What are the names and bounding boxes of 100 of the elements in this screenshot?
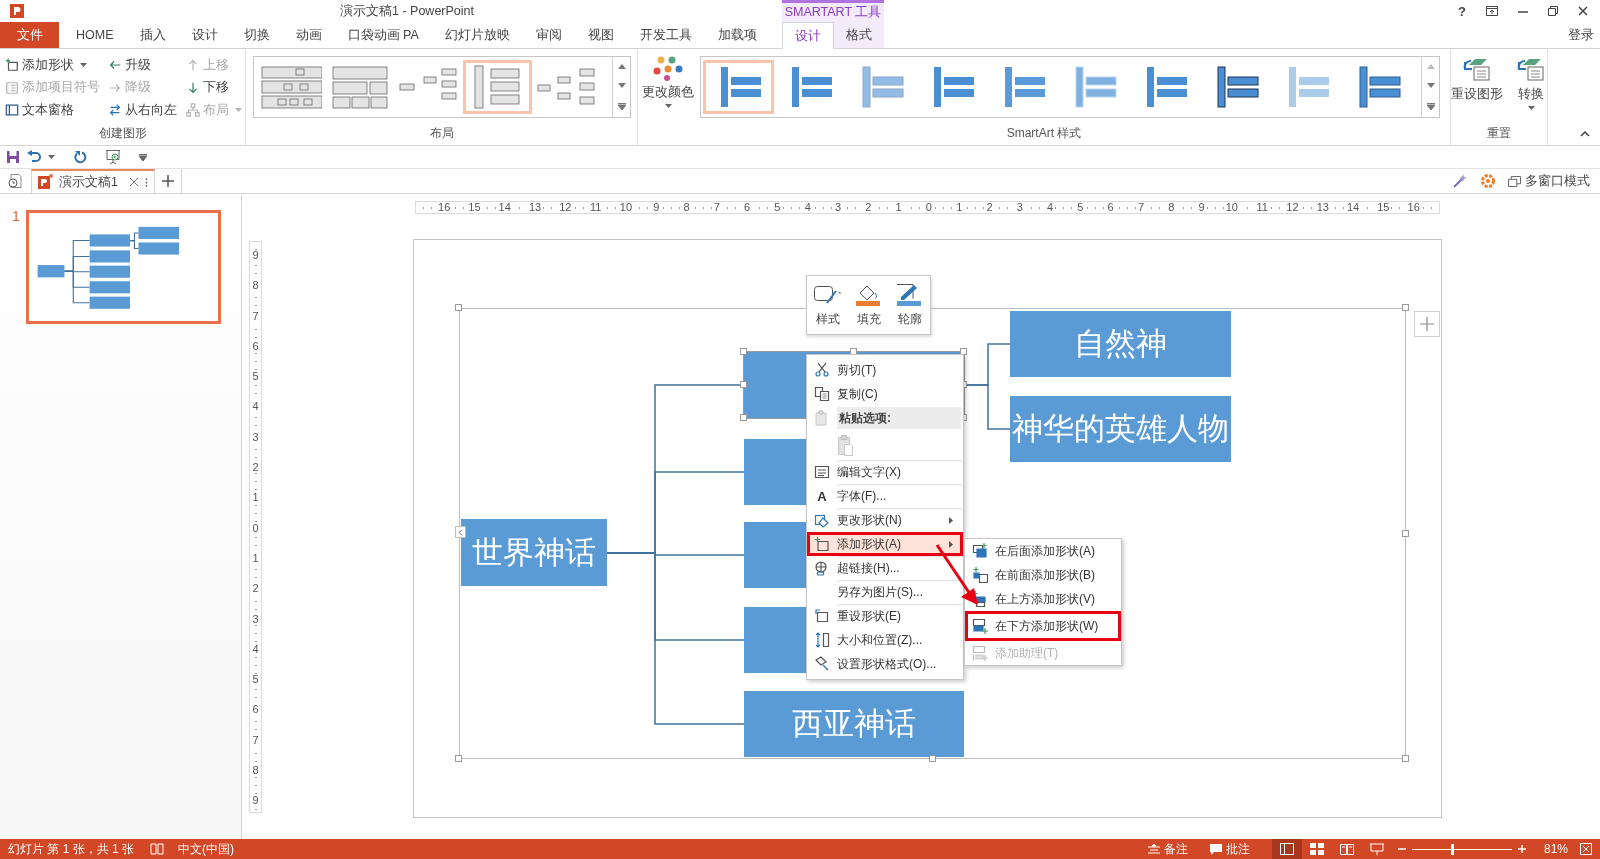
ribbon-command[interactable]: 转换 <box>1511 49 1551 110</box>
ribbon-tab[interactable]: 视图 <box>574 22 627 48</box>
paste-option-icon[interactable] <box>837 434 853 456</box>
left-chevron-icon <box>458 528 463 536</box>
menu-item[interactable]: 在下方添加形状(W) <box>965 611 1121 641</box>
change-colors-button[interactable]: 更改颜色 <box>638 49 698 118</box>
resize-handle[interactable] <box>1402 755 1409 762</box>
presentation-icon[interactable] <box>105 149 121 165</box>
ribbon-tab[interactable]: 审阅 <box>522 22 575 48</box>
ruler-number: 5 <box>1075 202 1086 213</box>
resize-handle[interactable] <box>455 304 462 311</box>
ribbon-tab[interactable]: HOME <box>63 22 127 48</box>
zoom-level-text[interactable]: 81% <box>1543 842 1568 856</box>
help-button[interactable]: ? <box>1458 3 1466 19</box>
zoom-out-icon[interactable] <box>1397 845 1406 853</box>
resize-handle[interactable] <box>1402 304 1409 311</box>
save-icon[interactable] <box>6 150 20 164</box>
undo-icon[interactable] <box>26 150 42 164</box>
close-icon[interactable] <box>129 177 139 187</box>
close-icon[interactable] <box>1578 6 1588 16</box>
magic-wand-icon[interactable] <box>1452 173 1468 189</box>
ruler-number: 10 <box>1223 202 1240 213</box>
menu-item[interactable]: 添加形状(A) <box>807 532 963 556</box>
ribbon-tab[interactable]: 设计 <box>178 22 231 48</box>
zoom-slider-thumb[interactable] <box>1450 843 1454 855</box>
ribbon-command[interactable]: 下移 <box>186 79 229 97</box>
resize-handle[interactable] <box>455 755 462 762</box>
notes-button[interactable]: 备注 <box>1147 840 1188 858</box>
slide-thumbnail[interactable] <box>25 210 221 324</box>
menu-item[interactable]: 大小和位置(Z)... <box>807 628 963 652</box>
text-pane-toggle[interactable] <box>455 526 466 538</box>
zoom-in-icon[interactable] <box>1517 845 1526 853</box>
ribbon-display-icon[interactable] <box>1486 6 1498 16</box>
add-button[interactable] <box>1414 311 1440 337</box>
resize-handle[interactable] <box>740 348 747 355</box>
font-icon: A <box>817 488 827 504</box>
ribbon-tab[interactable]: 幻灯片放映 <box>431 22 523 48</box>
caret-icon[interactable] <box>48 155 55 159</box>
more-options-icon[interactable] <box>145 176 148 188</box>
mini-toolbar-button[interactable]: 样式 <box>812 282 843 328</box>
ribbon-tab[interactable]: 开发工具 <box>626 22 705 48</box>
collapse-ribbon-icon[interactable] <box>1580 131 1590 137</box>
ribbon-tab[interactable]: 设计 <box>782 22 834 49</box>
layout-option[interactable] <box>463 60 532 114</box>
restore-icon[interactable] <box>1548 6 1558 16</box>
multi-window-button[interactable]: 多窗口模式 <box>1508 172 1590 190</box>
ribbon-tab[interactable]: 口袋动画 PA <box>334 22 432 48</box>
resize-handle[interactable] <box>960 348 967 355</box>
sign-in-link[interactable]: 登录 <box>1568 26 1594 44</box>
mini-toolbar-button[interactable]: 轮廓 <box>894 282 925 328</box>
redo-icon[interactable] <box>73 150 87 164</box>
plus-icon <box>162 175 174 187</box>
resize-handle[interactable] <box>740 381 747 388</box>
more-icon[interactable] <box>617 102 626 110</box>
text-pane-icon <box>5 103 19 118</box>
mini-toolbar-button[interactable]: 填充 <box>853 282 884 328</box>
comment-icon <box>1209 843 1222 855</box>
customize-icon[interactable] <box>139 153 147 161</box>
more-icon[interactable] <box>1426 102 1435 110</box>
add-before-icon <box>972 567 988 583</box>
scroll-down-icon[interactable] <box>1426 83 1435 89</box>
ruler-number: 14 <box>496 202 513 213</box>
ribbon-command[interactable]: 升级 <box>108 56 151 74</box>
scroll-down-icon[interactable] <box>617 83 626 89</box>
ribbon-tab[interactable]: 动画 <box>282 22 335 48</box>
history-icon[interactable] <box>7 173 23 189</box>
ruler-number: 4 <box>252 401 259 413</box>
ribbon-tab[interactable]: 切换 <box>230 22 283 48</box>
windows-icon <box>1508 175 1521 187</box>
menu-item[interactable]: 在后面添加形状(A) <box>965 539 1121 563</box>
ribbon-tab[interactable]: 文件 <box>0 22 59 48</box>
ribbon-tab[interactable]: 插入 <box>126 22 179 48</box>
scroll-up-icon[interactable] <box>1426 64 1435 70</box>
ruler-number: 5 <box>772 202 783 213</box>
menu-item[interactable]: 设置形状格式(O)... <box>807 652 963 676</box>
ribbon-command[interactable]: 文本窗格 <box>5 101 74 119</box>
ribbon-tab[interactable]: 加载项 <box>704 22 770 48</box>
menu-item[interactable]: 剪切(T) <box>807 358 963 382</box>
document-tab[interactable]: 演示文稿1 <box>31 169 155 193</box>
ribbon-command[interactable]: 添加形状 <box>5 56 87 74</box>
slide-count-text: 幻灯片 第 1 张，共 1 张 <box>8 840 135 858</box>
menu-item[interactable]: 在前面添加形状(B) <box>965 563 1121 587</box>
ribbon-command[interactable]: 重设图形 <box>1447 49 1507 110</box>
resize-handle[interactable] <box>1402 529 1409 537</box>
scroll-up-icon[interactable] <box>617 64 626 70</box>
resize-handle[interactable] <box>740 414 747 421</box>
ruler-number: 8 <box>681 202 692 213</box>
ruler-number: 3 <box>832 202 844 213</box>
view-button[interactable] <box>1271 839 1302 859</box>
settings-icon[interactable] <box>1480 173 1496 189</box>
resize-handle[interactable] <box>928 755 936 762</box>
menu-item[interactable]: 复制(C) <box>807 382 963 406</box>
ribbon-command[interactable]: 从右向左 <box>108 101 177 119</box>
ruler-number: 0 <box>923 202 934 213</box>
spellcheck-icon[interactable] <box>150 843 165 855</box>
language-text[interactable]: 中文(中国) <box>178 840 235 858</box>
ribbon-tab[interactable]: 格式 <box>834 22 884 48</box>
comments-button[interactable]: 批注 <box>1209 840 1250 858</box>
fit-to-window-icon[interactable] <box>1580 843 1592 855</box>
style-option[interactable] <box>703 60 774 114</box>
